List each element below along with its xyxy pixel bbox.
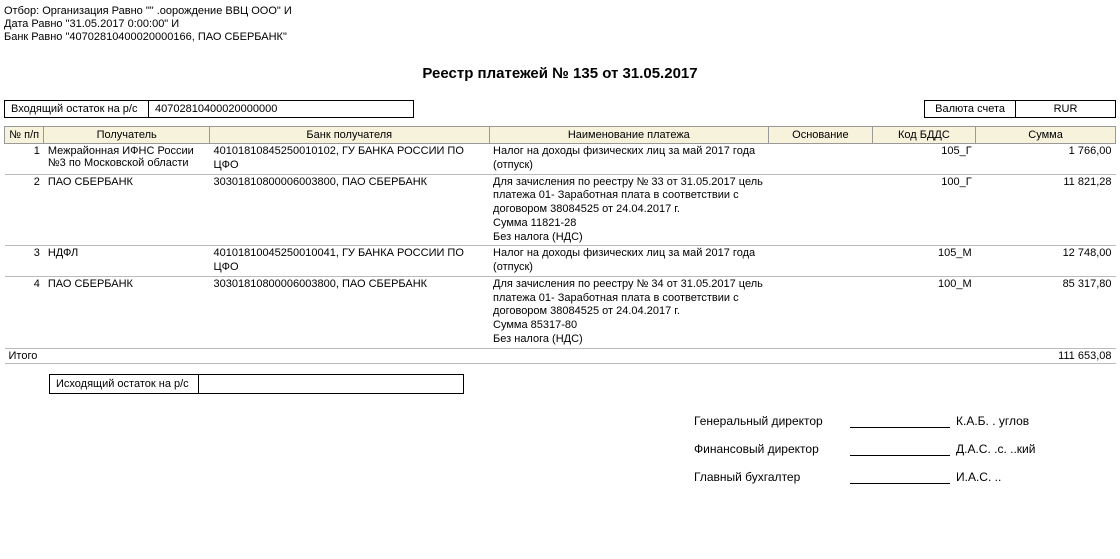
cell-sum: 1 766,00: [976, 144, 1116, 175]
cell-no: 3: [5, 246, 44, 277]
signature-name: Д.А.С. .с. ..кий: [956, 442, 1056, 456]
signature-row: Генеральный директор К.А.Б. . углов: [694, 414, 1116, 428]
th-code: Код БДДС: [872, 127, 976, 144]
cell-bank: 30301810800006003800, ПАО СБЕРБАНК: [210, 276, 490, 348]
incoming-balance-label: Входящий остаток на р/с: [4, 100, 149, 118]
balance-row: Входящий остаток на р/с 4070281040002000…: [4, 100, 1116, 118]
cell-no: 2: [5, 174, 44, 246]
signature-title: Генеральный директор: [694, 414, 844, 428]
cell-desc: Налог на доходы физических лиц за май 20…: [489, 144, 769, 175]
table-header-row: № п/п Получатель Банк получателя Наимено…: [5, 127, 1116, 144]
cell-desc: Для зачисления по реестру № 33 от 31.05.…: [489, 174, 769, 246]
outgoing-balance-value: [199, 374, 464, 394]
currency-value: RUR: [1016, 100, 1116, 118]
th-recipient: Получатель: [44, 127, 210, 144]
currency-label: Валюта счета: [924, 100, 1016, 118]
filter-line-1: Отбор: Организация Равно "" .оорождение …: [4, 5, 1116, 17]
outgoing-balance-row: Исходящий остаток на р/с: [49, 374, 1116, 394]
incoming-balance-value: 40702810400020000000: [149, 100, 414, 118]
signature-name: И.А.С. ..: [956, 470, 1056, 484]
cell-basis: [769, 144, 873, 175]
th-sum: Сумма: [976, 127, 1116, 144]
cell-bank: 30301810800006003800, ПАО СБЕРБАНК: [210, 174, 490, 246]
cell-recipient: НДФЛ: [44, 246, 210, 277]
cell-code: 105_М: [872, 246, 976, 277]
cell-basis: [769, 276, 873, 348]
cell-basis: [769, 174, 873, 246]
cell-code: 100_Г: [872, 174, 976, 246]
cell-sum: 11 821,28: [976, 174, 1116, 246]
cell-code: 100_М: [872, 276, 976, 348]
page-title: Реестр платежей № 135 от 31.05.2017: [4, 65, 1116, 82]
total-label: Итого: [5, 348, 976, 363]
payments-table: № п/п Получатель Банк получателя Наимено…: [4, 126, 1116, 364]
table-row: 2 ПАО СБЕРБАНК 30301810800006003800, ПАО…: [5, 174, 1116, 246]
th-no: № п/п: [5, 127, 44, 144]
cell-recipient: ПАО СБЕРБАНК: [44, 174, 210, 246]
total-row: Итого 111 653,08: [5, 348, 1116, 363]
signature-line: [850, 442, 950, 456]
cell-code: 105_Г: [872, 144, 976, 175]
th-basis: Основание: [769, 127, 873, 144]
outgoing-balance-label: Исходящий остаток на р/с: [49, 374, 199, 394]
signature-row: Финансовый директор Д.А.С. .с. ..кий: [694, 442, 1116, 456]
cell-recipient: Межрайонная ИФНС России №3 по Московской…: [44, 144, 210, 175]
cell-sum: 85 317,80: [976, 276, 1116, 348]
th-desc: Наименование платежа: [489, 127, 769, 144]
table-row: 1 Межрайонная ИФНС России №3 по Московск…: [5, 144, 1116, 175]
cell-basis: [769, 246, 873, 277]
cell-recipient: ПАО СБЕРБАНК: [44, 276, 210, 348]
filter-line-2: Дата Равно "31.05.2017 0:00:00" И: [4, 18, 1116, 30]
cell-bank: 40101810045250010041, ГУ БАНКА РОССИИ ПО…: [210, 246, 490, 277]
signature-title: Главный бухгалтер: [694, 470, 844, 484]
cell-desc: Налог на доходы физических лиц за май 20…: [489, 246, 769, 277]
th-bank: Банк получателя: [210, 127, 490, 144]
total-sum: 111 653,08: [976, 348, 1116, 363]
signatures-block: Генеральный директор К.А.Б. . углов Фина…: [694, 414, 1116, 484]
signature-line: [850, 470, 950, 484]
cell-no: 4: [5, 276, 44, 348]
cell-no: 1: [5, 144, 44, 175]
table-row: 4 ПАО СБЕРБАНК 30301810800006003800, ПАО…: [5, 276, 1116, 348]
filter-line-3: Банк Равно "40702810400020000166, ПАО СБ…: [4, 31, 1116, 43]
signature-name: К.А.Б. . углов: [956, 414, 1056, 428]
signature-row: Главный бухгалтер И.А.С. ..: [694, 470, 1116, 484]
signature-line: [850, 414, 950, 428]
table-row: 3 НДФЛ 40101810045250010041, ГУ БАНКА РО…: [5, 246, 1116, 277]
signature-title: Финансовый директор: [694, 442, 844, 456]
cell-desc: Для зачисления по реестру № 34 от 31.05.…: [489, 276, 769, 348]
cell-bank: 40101810845250010102, ГУ БАНКА РОССИИ ПО…: [210, 144, 490, 175]
cell-sum: 12 748,00: [976, 246, 1116, 277]
